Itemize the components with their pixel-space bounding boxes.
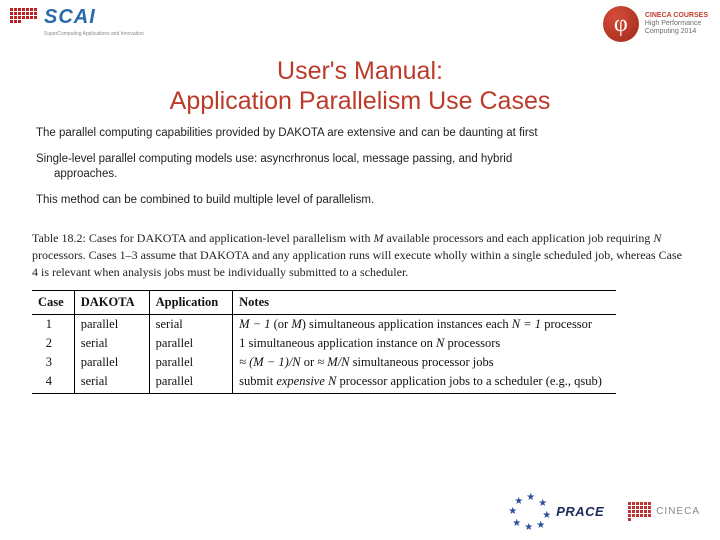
table-row: 3 parallel parallel ≈ (M − 1)/N or ≈ M/N… <box>32 353 616 372</box>
col-notes: Notes <box>233 291 616 315</box>
cineca-text: CINECA <box>656 506 700 517</box>
cineca-logo: CINECA <box>628 502 700 521</box>
paragraph-1: The parallel computing capabilities prov… <box>36 126 684 142</box>
paragraph-2: Single-level parallel computing models u… <box>36 152 684 183</box>
table-caption: Table 18.2: Cases for DAKOTA and applica… <box>0 218 720 286</box>
stars-icon: ★ ★ ★ ★ ★ ★ ★ ★ <box>508 492 552 530</box>
cases-table: Case DAKOTA Application Notes 1 parallel… <box>32 290 616 394</box>
col-application: Application <box>149 291 233 315</box>
table-row: 4 serial parallel submit expensive N pro… <box>32 372 616 394</box>
phi-icon: φ <box>603 6 639 42</box>
courses-logo: φ CINECA COURSES High Performance Comput… <box>603 6 708 42</box>
paragraph-3: This method can be combined to build mul… <box>36 193 684 209</box>
course-line3: Computing 2014 <box>645 28 696 35</box>
scai-text: SCAI <box>44 6 144 29</box>
body-text: The parallel computing capabilities prov… <box>0 116 720 208</box>
dots-icon <box>10 8 40 23</box>
scai-logo: SCAI SuperComputing Applications and Inn… <box>10 6 144 37</box>
header: SCAI SuperComputing Applications and Inn… <box>0 0 720 56</box>
title-line1: User's Manual: <box>277 57 443 85</box>
table-row: 1 parallel serial M − 1 (or M) simultane… <box>32 315 616 335</box>
grid-icon <box>628 502 652 521</box>
course-text: CINECA COURSES High Performance Computin… <box>645 12 708 35</box>
footer: ★ ★ ★ ★ ★ ★ ★ ★ PRACE CINECA <box>508 492 700 530</box>
table-header-row: Case DAKOTA Application Notes <box>32 291 616 315</box>
page-title: User's Manual: Application Parallelism U… <box>0 56 720 116</box>
prace-logo: ★ ★ ★ ★ ★ ★ ★ ★ PRACE <box>508 492 604 530</box>
col-dakota: DAKOTA <box>74 291 149 315</box>
table-row: 2 serial parallel 1 simultaneous applica… <box>32 334 616 353</box>
course-line2: High Performance <box>645 20 701 27</box>
course-line1: CINECA COURSES <box>645 12 708 19</box>
scai-subtitle: SuperComputing Applications and Innovati… <box>44 31 144 37</box>
prace-text: PRACE <box>556 504 604 519</box>
title-line2: Application Parallelism Use Cases <box>170 87 551 115</box>
col-case: Case <box>32 291 74 315</box>
